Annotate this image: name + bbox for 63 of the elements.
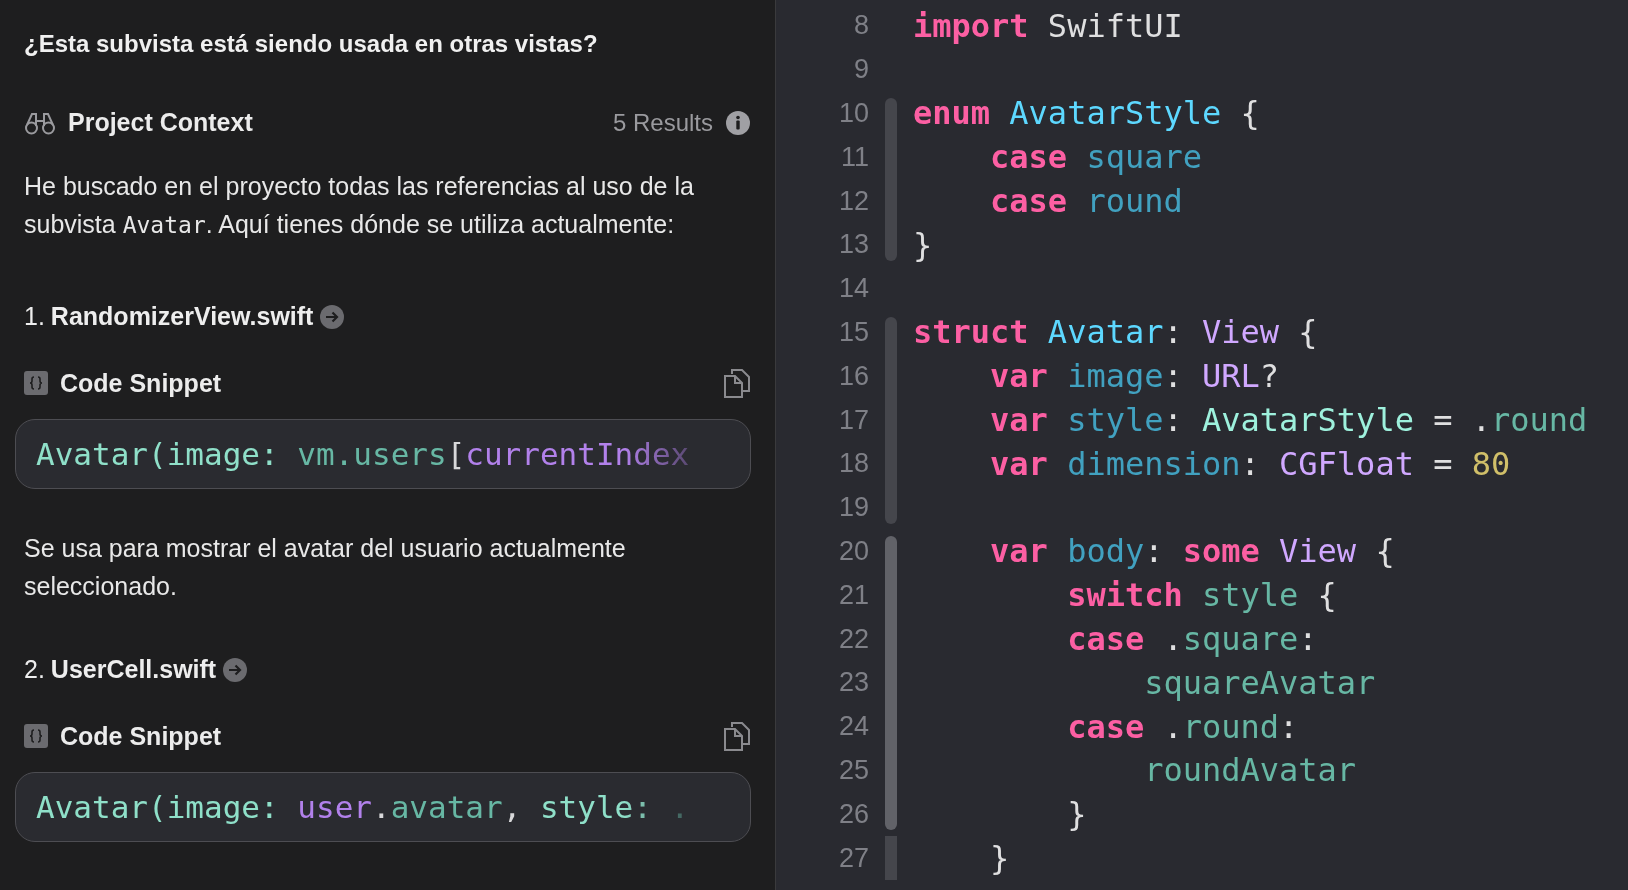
code-line: var body: some View {: [989, 532, 1395, 571]
answer-paragraph: He buscado en el proyecto todas las referencias al uso de la subvista Avatar. Aquí tienes dónde se utiliza actualmente:: [23, 171, 695, 240]
list-number: 2.: [24, 655, 45, 684]
info-icon[interactable]: [725, 109, 751, 136]
line-number: 20: [837, 535, 869, 567]
code-line: }: [913, 225, 933, 264]
line-number: 9: [852, 54, 869, 86]
line-number: 14: [837, 273, 869, 305]
code-line: case square: [989, 138, 1202, 177]
code-line: case .round:: [1066, 707, 1299, 746]
file-link[interactable]: UserCell.swift: [50, 655, 217, 684]
section-title: Project Context: [68, 108, 253, 137]
fold-ribbon[interactable]: [885, 97, 897, 136]
line-number: 11: [839, 141, 869, 173]
line-number: 25: [837, 754, 869, 786]
line-number: 24: [837, 711, 869, 743]
file-link[interactable]: RandomizerView.swift: [50, 302, 314, 331]
line-number: 23: [837, 667, 869, 699]
line-number: 19: [837, 492, 869, 524]
copy-icon[interactable]: [723, 367, 751, 399]
line-number: 13: [837, 229, 869, 261]
code-line: squareAvatar: [1143, 663, 1376, 702]
line-number: 12: [837, 185, 869, 217]
description-text: Se usa para mostrar el avatar del usuario actualmente seleccionado.: [23, 533, 627, 602]
fold-ribbon[interactable]: [885, 316, 897, 355]
code-line: import SwiftUI: [913, 6, 1183, 45]
line-number: 27: [837, 842, 869, 874]
results-count: 5 Results: [612, 108, 713, 137]
line-number: 21: [837, 579, 869, 611]
code-line: enum AvatarStyle {: [913, 94, 1260, 133]
fold-ribbon[interactable]: [885, 485, 897, 524]
code-line: case round: [989, 182, 1183, 221]
fold-ribbon[interactable]: [885, 836, 897, 880]
code-icon: [24, 371, 48, 395]
line-number: 26: [837, 798, 869, 830]
snippet-title: Code Snippet: [60, 368, 222, 398]
code-line: var image: URL?: [989, 357, 1280, 396]
code-line: switch style {: [1066, 576, 1337, 615]
list-number: 1.: [24, 302, 45, 331]
line-number: 22: [837, 623, 869, 655]
line-number: 15: [837, 316, 869, 348]
snippet-title: Code Snippet: [60, 721, 222, 751]
line-number: 8: [852, 10, 869, 42]
copy-icon[interactable]: [723, 720, 751, 752]
fold-ribbon[interactable]: [885, 535, 897, 574]
code-snippet: Avatar(image: user.avatar, style: .: [15, 772, 751, 842]
question-text: ¿Esta subvista está siendo usada en otras vistas?: [23, 30, 599, 58]
code-line: var style: AvatarStyle = .round: [989, 401, 1588, 440]
code-line: case .square:: [1066, 620, 1318, 659]
code-icon: [24, 724, 48, 748]
binoculars-icon: [24, 110, 56, 135]
code-line: }: [1066, 795, 1087, 834]
code-line: roundAvatar: [1143, 751, 1357, 790]
code-line: struct Avatar: View {: [913, 313, 1318, 352]
fold-ribbon[interactable]: [885, 223, 897, 261]
fold-ribbon[interactable]: [885, 792, 897, 831]
line-number: 10: [837, 98, 869, 129]
code-line: }: [989, 839, 1010, 878]
code-line: var dimension: CGFloat = 80: [989, 444, 1511, 483]
line-number: 17: [837, 404, 869, 436]
line-number: 18: [837, 448, 869, 480]
line-number: 16: [837, 360, 869, 392]
code-snippet: Avatar(image: vm.users[currentIndex: [15, 419, 751, 489]
